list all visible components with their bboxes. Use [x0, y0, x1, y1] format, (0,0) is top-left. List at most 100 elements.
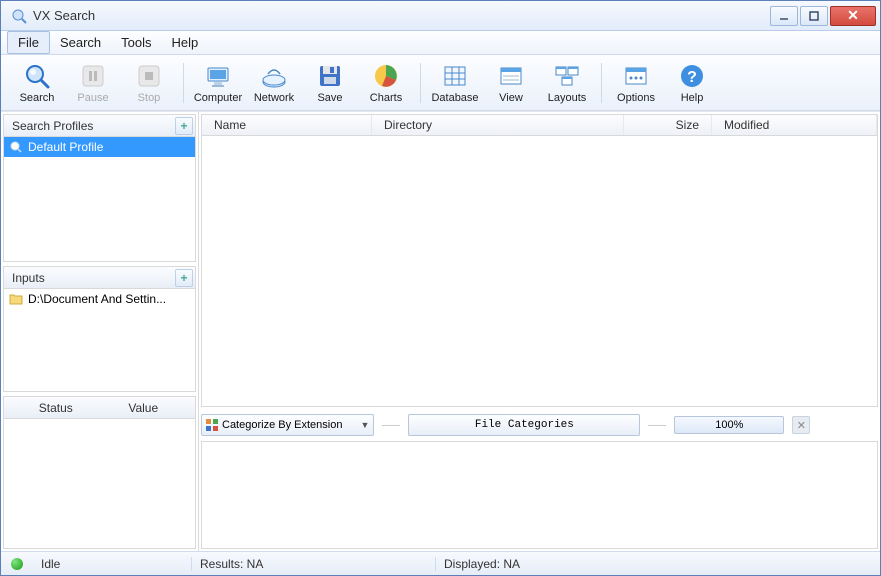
status-col-value: Value [100, 401, 188, 415]
layouts-button[interactable]: Layouts [539, 58, 595, 108]
panel-title: Inputs [12, 271, 45, 285]
separator [183, 63, 184, 103]
toolbar-label: Stop [138, 92, 161, 104]
right-pane: Name Directory Size Modified Categorize … [199, 112, 880, 551]
toolbar-label: Network [254, 92, 294, 104]
profile-icon [8, 139, 24, 155]
menubar: File Search Tools Help [1, 31, 880, 55]
col-modified[interactable]: Modified [712, 115, 877, 135]
add-profile-button[interactable]: + [175, 117, 193, 135]
menu-file[interactable]: File [7, 31, 50, 54]
inputs-list[interactable]: D:\Document And Settin... [4, 289, 195, 391]
menu-help[interactable]: Help [162, 31, 209, 54]
menu-tools[interactable]: Tools [111, 31, 161, 54]
view-button[interactable]: View [483, 58, 539, 108]
inputs-panel: Inputs + D:\Document And Settin... [3, 266, 196, 392]
status-list [4, 419, 195, 548]
folder-icon [8, 291, 24, 307]
profile-item[interactable]: Default Profile [4, 137, 195, 157]
separator [601, 63, 602, 103]
categorize-dropdown[interactable]: Categorize By Extension ▼ [201, 414, 374, 436]
toolbar-label: Layouts [548, 92, 587, 104]
categorize-label: Categorize By Extension [222, 419, 342, 431]
titlebar[interactable]: VX Search ✕ [1, 1, 880, 31]
status-indicator-icon [11, 558, 23, 570]
divider [648, 425, 666, 426]
search-button[interactable]: Search [9, 58, 65, 108]
options-icon [622, 62, 650, 90]
toolbar-label: Save [317, 92, 342, 104]
file-categories-button[interactable]: File Categories [408, 414, 640, 436]
statusbar: Idle Results: NA Displayed: NA [1, 551, 880, 575]
minimize-button[interactable] [770, 6, 798, 26]
chevron-down-icon: ▼ [360, 420, 369, 430]
database-icon [441, 62, 469, 90]
toolbar-label: View [499, 92, 523, 104]
col-size[interactable]: Size [624, 115, 712, 135]
layouts-icon [553, 62, 581, 90]
input-label: D:\Document And Settin... [28, 292, 166, 306]
panel-title: Search Profiles [12, 119, 93, 133]
options-button[interactable]: Options [608, 58, 664, 108]
results-table[interactable] [201, 136, 878, 407]
menu-search[interactable]: Search [50, 31, 111, 54]
close-button[interactable]: ✕ [830, 6, 876, 26]
toolbar-label: Help [681, 92, 704, 104]
toolbar-label: Options [617, 92, 655, 104]
input-item[interactable]: D:\Document And Settin... [4, 289, 195, 309]
svg-text:?: ? [687, 69, 697, 86]
profiles-list[interactable]: Default Profile [4, 137, 195, 261]
save-icon [316, 62, 344, 90]
status-panel: Status Value [3, 396, 196, 549]
network-button[interactable]: Network [246, 58, 302, 108]
maximize-button[interactable] [800, 6, 828, 26]
divider [382, 425, 400, 426]
window-title: VX Search [33, 8, 770, 23]
inputs-header: Inputs + [4, 267, 195, 289]
search-icon [23, 62, 51, 90]
toolbar: Search Pause Stop Computer Network Save … [1, 55, 880, 111]
status-results: Results: NA [191, 557, 435, 571]
pause-icon [79, 62, 107, 90]
stop-button[interactable]: Stop [121, 58, 177, 108]
toolbar-label: Pause [77, 92, 108, 104]
status-state: Idle [33, 557, 191, 571]
toolbar-label: Search [20, 92, 55, 104]
control-bar: Categorize By Extension ▼ File Categorie… [201, 411, 878, 439]
view-icon [497, 62, 525, 90]
help-icon: ? [678, 62, 706, 90]
profile-label: Default Profile [28, 140, 103, 154]
add-input-button[interactable]: + [175, 269, 193, 287]
save-button[interactable]: Save [302, 58, 358, 108]
search-profiles-header: Search Profiles + [4, 115, 195, 137]
database-button[interactable]: Database [427, 58, 483, 108]
network-icon [260, 62, 288, 90]
status-col-status: Status [12, 401, 100, 415]
col-directory[interactable]: Directory [372, 115, 624, 135]
results-header: Name Directory Size Modified [201, 114, 878, 136]
status-displayed: Displayed: NA [435, 557, 880, 571]
toolbar-label: Charts [370, 92, 402, 104]
charts-button[interactable]: Charts [358, 58, 414, 108]
col-name[interactable]: Name [202, 115, 372, 135]
main-area: Search Profiles + Default Profile Inputs… [1, 111, 880, 551]
search-profiles-panel: Search Profiles + Default Profile [3, 114, 196, 262]
help-button[interactable]: ? Help [664, 58, 720, 108]
details-panel[interactable] [201, 441, 878, 549]
computer-button[interactable]: Computer [190, 58, 246, 108]
separator [420, 63, 421, 103]
computer-icon [204, 62, 232, 90]
app-icon [11, 8, 27, 24]
left-pane: Search Profiles + Default Profile Inputs… [1, 112, 199, 551]
progress-bar: 100% [674, 416, 784, 434]
cancel-progress-button[interactable]: ✕ [792, 416, 810, 434]
main-window: VX Search ✕ File Search Tools Help Searc… [0, 0, 881, 576]
window-controls: ✕ [770, 6, 876, 26]
stop-icon [135, 62, 163, 90]
progress-label: 100% [715, 419, 743, 431]
pause-button[interactable]: Pause [65, 58, 121, 108]
grid-icon [206, 419, 218, 431]
toolbar-label: Database [431, 92, 478, 104]
status-header: Status Value [4, 397, 195, 419]
charts-icon [372, 62, 400, 90]
